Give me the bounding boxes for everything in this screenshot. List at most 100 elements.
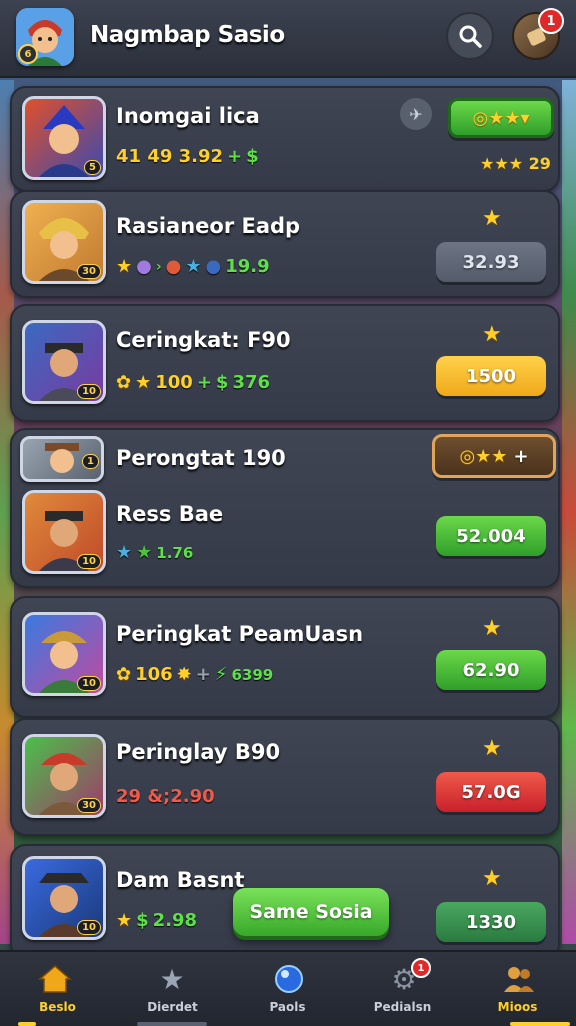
stat-value: 106 bbox=[135, 664, 173, 685]
price-button[interactable]: 52.004 bbox=[436, 516, 546, 556]
nav-label: Mioos bbox=[497, 1000, 538, 1014]
stat-plus: + bbox=[196, 372, 212, 393]
bottom-nav: Beslo ★ Dierdet Paols ⚙ 1 Pedialsn Mioos bbox=[0, 950, 576, 1026]
level-badge: 10 bbox=[77, 920, 101, 935]
star-icon: ★ bbox=[116, 256, 133, 277]
price-button[interactable]: 57.0G bbox=[436, 772, 546, 812]
search-button[interactable] bbox=[446, 12, 494, 60]
app-avatar[interactable]: 6 bbox=[16, 8, 74, 66]
primary-action-button[interactable]: Same Sosia bbox=[233, 888, 389, 936]
nav-item-home[interactable]: Beslo bbox=[0, 952, 115, 1026]
stars-icon: ★★★ bbox=[480, 154, 524, 173]
level-badge: 10 bbox=[77, 554, 101, 569]
orb-icon bbox=[270, 962, 308, 996]
arrow-icon: › bbox=[155, 258, 162, 275]
star-icon: ★ bbox=[482, 616, 502, 641]
level-badge: 30 bbox=[77, 264, 101, 279]
level-badge: 10 bbox=[77, 676, 101, 691]
token-icon: ● bbox=[136, 256, 152, 277]
list-card[interactable]: 1 Perongtat 190 ◎★★ + 10 Ress Bae ★ ★ 1.… bbox=[10, 428, 560, 588]
coin-icon: ✿ bbox=[116, 372, 132, 393]
nav-indicator bbox=[137, 1022, 207, 1026]
stat-value: 2.98 bbox=[152, 910, 198, 931]
add-icon: + bbox=[513, 445, 529, 467]
price-button[interactable]: 32.93 bbox=[436, 242, 546, 282]
list-card[interactable]: 30 Rasianeor Eadp ★ ● › ● ★ ● 19.9 ★ 32.… bbox=[10, 190, 560, 298]
stat-plus: + bbox=[195, 664, 211, 685]
card-name: Peringlay B90 bbox=[116, 740, 281, 764]
stat-value: 6399 bbox=[231, 665, 274, 684]
stars-icon: ◎★★▾ bbox=[472, 107, 530, 129]
rating-row: ★★★ 29 bbox=[480, 154, 551, 173]
nav-label: Pedialsn bbox=[373, 1000, 432, 1014]
card-stats: ✿ ★ 100 + $ 376 bbox=[116, 372, 270, 393]
stat-plus: + bbox=[227, 146, 243, 167]
stat-value: 29 &;2.90 bbox=[116, 786, 215, 807]
background-art-right bbox=[562, 80, 576, 944]
star-icon: ★ bbox=[135, 372, 152, 393]
bolt-icon: ⚡ bbox=[214, 664, 228, 685]
rank-stars-button[interactable]: ◎★★ + bbox=[432, 434, 556, 478]
star-icon: ★ bbox=[185, 256, 202, 277]
card-name: Ceringkat: F90 bbox=[116, 328, 291, 352]
hero-portrait: 10 bbox=[22, 612, 106, 696]
stat-value: 1.76 bbox=[156, 543, 194, 562]
hero-portrait: 5 bbox=[22, 96, 106, 180]
stat-value: 41 49 3.92 bbox=[116, 146, 224, 167]
home-icon bbox=[36, 962, 74, 996]
nav-active-indicator bbox=[510, 1022, 570, 1026]
level-badge: 1 bbox=[82, 454, 99, 469]
cash-icon: $ bbox=[136, 910, 149, 931]
card-stats: ★ $ 2.98 bbox=[116, 910, 197, 931]
avatar-level-badge: 6 bbox=[18, 44, 38, 64]
card-stats: ✿ 106 ✸ + ⚡ 6399 bbox=[116, 664, 273, 685]
nav-active-indicator bbox=[18, 1022, 36, 1026]
app-title: Nagmbap Sasio bbox=[90, 22, 285, 48]
list-card[interactable]: 10 Peringkat PeamUasn ✿ 106 ✸ + ⚡ 6399 ★… bbox=[10, 596, 560, 718]
star-icon: ★ bbox=[482, 322, 502, 347]
card-name: Inomgai lica bbox=[116, 104, 260, 128]
card-name: Ress Bae bbox=[116, 502, 224, 526]
stat-value: 100 bbox=[155, 372, 193, 393]
top-bar: 6 Nagmbap Sasio 1 bbox=[0, 0, 576, 78]
card-stats: 29 &;2.90 bbox=[116, 786, 215, 807]
stars-icon: ◎★★ bbox=[459, 445, 508, 467]
card-name: Perongtat 190 bbox=[116, 446, 286, 470]
list-card[interactable]: 5 Inomgai lica 41 49 3.92 + $ ✈ ◎★★▾ ★★★… bbox=[10, 86, 560, 192]
coin-icon: ✿ bbox=[116, 664, 132, 685]
hero-portrait: 10 bbox=[22, 320, 106, 404]
card-name: Dam Basnt bbox=[116, 868, 245, 892]
nav-item-ranking[interactable]: ★ Dierdet bbox=[115, 952, 230, 1026]
card-stats: 41 49 3.92 + $ bbox=[116, 146, 259, 167]
rating-value: 29 bbox=[528, 154, 551, 173]
price-button[interactable]: 1330 bbox=[436, 902, 546, 942]
star-icon: ★ bbox=[116, 542, 133, 563]
price-button[interactable]: 62.90 bbox=[436, 650, 546, 690]
list-card[interactable]: 30 Peringlay B90 29 &;2.90 ★ 57.0G bbox=[10, 718, 560, 836]
notification-badge: 1 bbox=[538, 8, 564, 34]
avatar-icon: ● bbox=[205, 256, 222, 277]
level-badge: 5 bbox=[84, 160, 101, 175]
star-icon: ✸ bbox=[176, 664, 192, 685]
cash-icon: $ bbox=[246, 146, 259, 167]
token-icon: ● bbox=[165, 256, 182, 277]
nav-item-settings[interactable]: ⚙ 1 Pedialsn bbox=[345, 952, 460, 1026]
list-card[interactable]: 10 Ceringkat: F90 ✿ ★ 100 + $ 376 ★ 1500 bbox=[10, 304, 560, 422]
price-button[interactable]: 1500 bbox=[436, 356, 546, 396]
level-badge: 10 bbox=[77, 384, 101, 399]
card-name: Rasianeor Eadp bbox=[116, 214, 301, 238]
nav-item-friends[interactable]: Mioos bbox=[460, 952, 575, 1026]
nav-label: Dierdet bbox=[147, 1000, 198, 1014]
hero-portrait: 10 bbox=[22, 856, 106, 940]
level-badge: 30 bbox=[77, 798, 101, 813]
star-icon: ★ bbox=[159, 962, 185, 996]
stat-value: 376 bbox=[232, 372, 271, 393]
rank-stars-button[interactable]: ◎★★▾ bbox=[448, 98, 554, 138]
cash-icon: $ bbox=[215, 372, 229, 393]
nav-item-orb[interactable]: Paols bbox=[230, 952, 345, 1026]
hero-portrait: 1 bbox=[20, 436, 104, 482]
hero-portrait: 30 bbox=[22, 200, 106, 284]
hero-portrait: 10 bbox=[22, 490, 106, 574]
pin-button[interactable]: ✈ bbox=[400, 98, 432, 130]
plane-icon: ✈ bbox=[409, 104, 423, 124]
